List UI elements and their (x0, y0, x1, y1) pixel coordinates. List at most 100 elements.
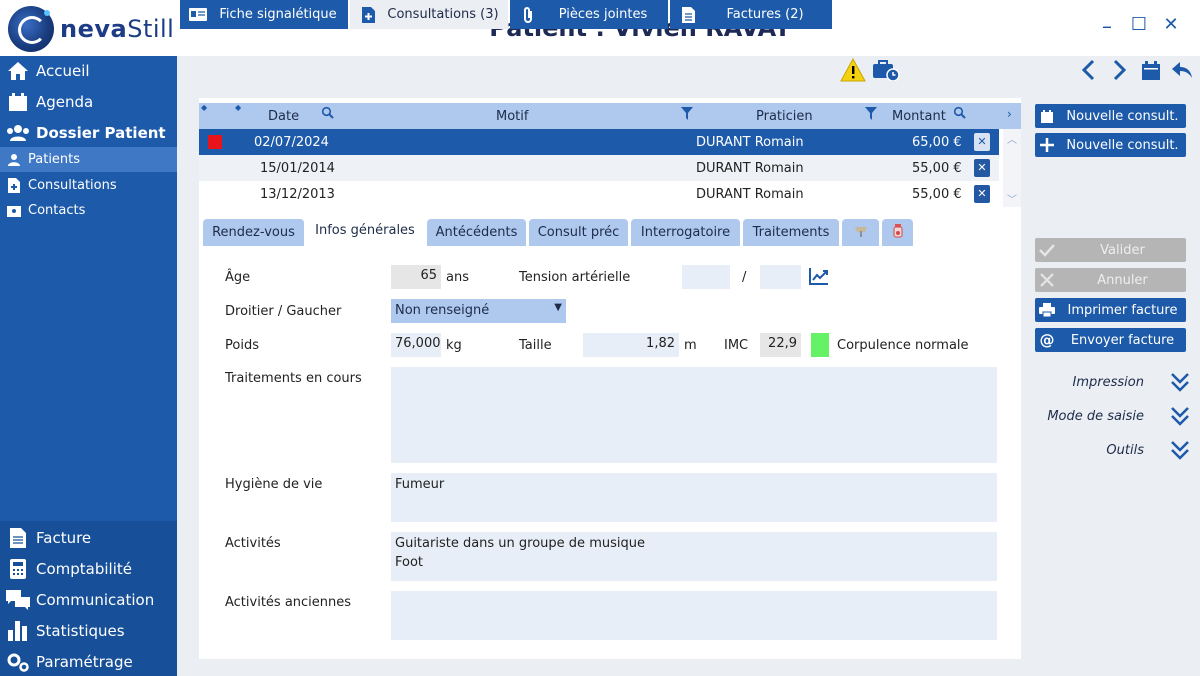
hygiene-textarea[interactable]: Fumeur (391, 473, 997, 522)
back-arrow-icon[interactable] (1170, 59, 1194, 81)
imc-field: 22,9 (760, 333, 801, 357)
calendar-icon[interactable] (1141, 59, 1161, 81)
tension-systolic-field[interactable] (682, 265, 730, 289)
sidebar-item-parametrage[interactable]: Paramétrage (0, 647, 177, 676)
search-icon[interactable] (953, 106, 967, 124)
poids-field[interactable]: 76,000 (391, 333, 441, 357)
taille-label: Taille (519, 338, 552, 353)
maximize-button[interactable]: ☐ (1128, 14, 1150, 35)
next-icon[interactable] (1110, 59, 1128, 81)
section-impression[interactable]: Impression (1022, 367, 1200, 397)
trend-chart-icon[interactable] (809, 267, 829, 289)
minimize-button[interactable]: – (1096, 14, 1118, 38)
subtab-interrogatoire[interactable]: Interrogatoire (631, 219, 740, 246)
sidebar-item-label: Accueil (36, 62, 90, 80)
scroll-down-icon[interactable]: ﹀ (1007, 191, 1017, 206)
section-mode-de-saisie[interactable]: Mode de saisie (1022, 401, 1200, 431)
tab-pieces-jointes[interactable]: Pièces jointes (510, 0, 668, 29)
sidebar-item-comptabilite[interactable]: Comptabilité (0, 554, 177, 584)
sidebar-item-label: Communication (36, 591, 155, 609)
activites-line: Guitariste dans un groupe de musique (395, 536, 645, 551)
traitements-textarea[interactable] (391, 367, 997, 463)
sidebar-subitem-consultations[interactable]: Consultations (0, 173, 177, 198)
tension-diastolic-field[interactable] (760, 265, 801, 289)
sidebar-item-label: Facture (36, 529, 92, 547)
column-header-date[interactable]: Date (268, 109, 299, 124)
subtab-infos-generales[interactable]: Infos générales (306, 214, 424, 246)
scroll-up-icon[interactable]: ︿ (1007, 131, 1017, 146)
sidebar-item-label: Agenda (36, 93, 94, 111)
sidebar-bottom-section: Facture Comptabilité Communication Stati… (0, 521, 177, 676)
tab-consultations[interactable]: Consultations (3) (350, 0, 508, 29)
sidebar-item-statistiques[interactable]: Statistiques (0, 616, 177, 646)
age-label: Âge (225, 270, 251, 285)
sidebar-item-facture[interactable]: Facture (0, 523, 177, 553)
annuler-button[interactable]: Annuler (1035, 268, 1186, 292)
previous-icon[interactable] (1080, 59, 1098, 81)
age-field[interactable]: 65 (391, 265, 441, 289)
warning-icon[interactable] (840, 57, 866, 82)
double-chevron-down-icon[interactable] (1170, 371, 1190, 393)
button-label: Nouvelle consult. (1066, 108, 1179, 124)
table-row[interactable]: 15/01/2014 DURANT Romain 55,00 € ✕ (199, 155, 999, 181)
subtab-skeleton[interactable] (842, 219, 879, 246)
column-header-praticien[interactable]: Praticien (756, 109, 813, 124)
close-button[interactable]: ✕ (1160, 14, 1182, 35)
column-header-montant[interactable]: Montant (892, 109, 946, 124)
envoyer-facture-button[interactable]: @ Envoyer facture (1035, 328, 1186, 352)
subtab-traitements[interactable]: Traitements (743, 219, 839, 246)
sort-icon[interactable]: ◆ (235, 103, 241, 112)
section-outils[interactable]: Outils (1022, 435, 1200, 465)
table-row[interactable]: 13/12/2013 DURANT Romain 55,00 € ✕ (199, 181, 999, 207)
sidebar-item-agenda[interactable]: Agenda (0, 87, 177, 117)
new-consult-button[interactable]: Nouvelle consult. (1035, 104, 1186, 128)
corpulence-label: Corpulence normale (837, 338, 969, 353)
lateralite-select[interactable]: Non renseigné ▼ (391, 299, 566, 323)
valider-button[interactable]: Valider (1035, 238, 1186, 262)
sidebar-subitem-patients[interactable]: Patients (0, 147, 177, 172)
calculator-icon (0, 559, 36, 579)
subtab-label: Interrogatoire (640, 225, 731, 240)
table-scrollbar[interactable]: ︿ ﹀ (1003, 129, 1021, 207)
cell-date: 02/07/2024 (254, 135, 329, 150)
double-chevron-down-icon[interactable] (1170, 405, 1190, 427)
delete-icon[interactable]: ✕ (974, 133, 990, 151)
activites-anciennes-textarea[interactable] (391, 591, 997, 640)
column-header-motif[interactable]: Motif (496, 109, 528, 124)
gears-icon (0, 652, 36, 672)
double-chevron-down-icon[interactable] (1170, 439, 1190, 461)
activites-textarea[interactable]: Guitariste dans un groupe de musique Foo… (391, 532, 997, 581)
app-logo: nevaStill (8, 6, 174, 52)
subtab-medication[interactable] (882, 219, 913, 246)
sidebar-subitem-contacts[interactable]: Contacts (0, 198, 177, 223)
logo-brand-neva: neva (60, 15, 128, 43)
subtab-antecedents[interactable]: Antécédents (427, 219, 526, 246)
taille-field[interactable]: 1,82 (583, 333, 679, 357)
tab-factures[interactable]: Factures (2) (670, 0, 832, 29)
sidebar-item-dossier-patient[interactable]: Dossier Patient (0, 118, 177, 148)
search-icon[interactable] (321, 106, 335, 124)
filter-icon[interactable] (865, 107, 877, 124)
close-icon (1035, 273, 1059, 287)
check-icon (1035, 243, 1059, 257)
filter-icon[interactable] (681, 107, 693, 124)
briefcase-clock-icon[interactable] (872, 59, 900, 82)
cell-date: 13/12/2013 (260, 187, 335, 202)
button-label: Annuler (1097, 272, 1148, 288)
imprimer-facture-button[interactable]: Imprimer facture (1035, 298, 1186, 322)
section-label: Outils (1106, 443, 1144, 458)
sidebar-item-accueil[interactable]: Accueil (0, 56, 177, 86)
activites-label: Activités (225, 536, 281, 551)
sidebar-item-communication[interactable]: Communication (0, 585, 177, 615)
tab-fiche-signaletique[interactable]: Fiche signalétique (180, 0, 348, 29)
sort-icon[interactable]: ◆ (201, 103, 207, 112)
table-row[interactable]: 02/07/2024 DURANT Romain 65,00 € ✕ (199, 129, 999, 155)
delete-icon[interactable]: ✕ (974, 185, 990, 203)
delete-icon[interactable]: ✕ (974, 159, 990, 177)
subtab-consult-prec[interactable]: Consult préc (529, 219, 628, 246)
scroll-right-icon[interactable]: › (1007, 107, 1012, 121)
poids-unit: kg (446, 338, 462, 353)
chevron-down-icon: ▼ (554, 302, 562, 313)
subtab-rendez-vous[interactable]: Rendez-vous (203, 219, 304, 246)
new-consult-plus-button[interactable]: Nouvelle consult. (1035, 133, 1186, 157)
